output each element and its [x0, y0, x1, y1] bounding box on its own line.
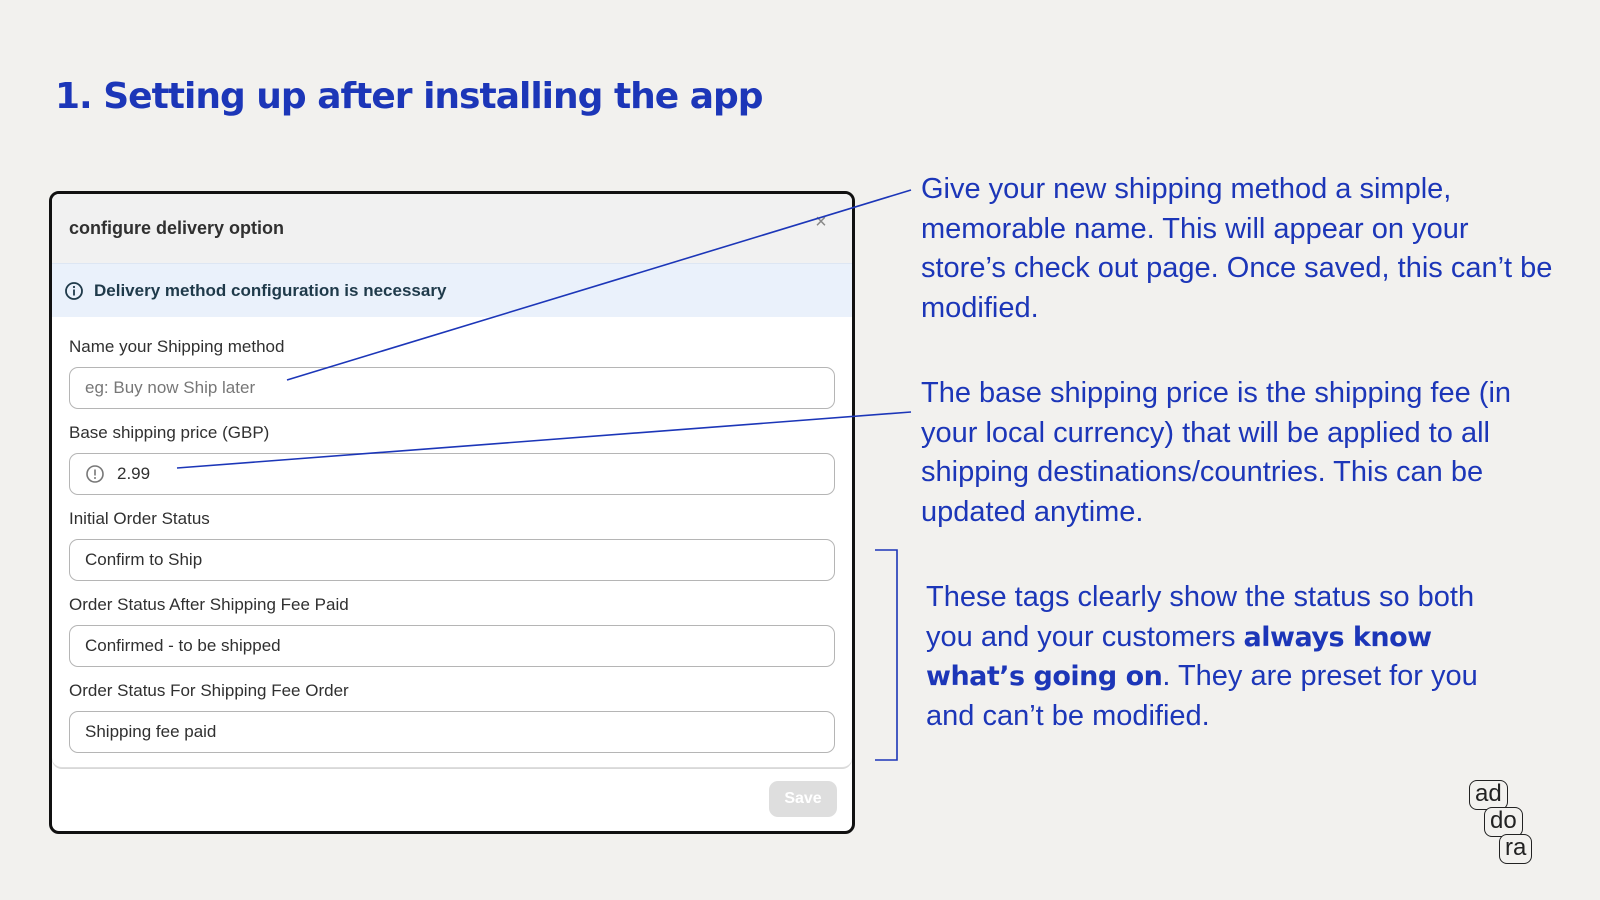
- brand-logo: ad do ra: [1469, 780, 1549, 870]
- modal-footer: Save: [52, 715, 852, 831]
- initial-status-field: Confirm to Ship: [69, 539, 835, 581]
- logo-chip-ad: ad: [1469, 780, 1508, 810]
- modal-title: configure delivery option: [69, 218, 285, 238]
- shipping-method-name-field[interactable]: [69, 367, 835, 409]
- shipping-method-name-label: Name your Shipping method: [69, 337, 285, 356]
- banner-text: Delivery method configuration is necessa…: [94, 280, 447, 300]
- modal-header: configure delivery option ×: [52, 194, 852, 263]
- shipping-method-name-input[interactable]: [85, 378, 819, 398]
- after-fee-paid-status-value: Confirmed - to be shipped: [85, 636, 281, 655]
- close-icon[interactable]: ×: [812, 212, 830, 232]
- save-button[interactable]: Save: [769, 781, 837, 817]
- initial-status-label: Initial Order Status: [69, 509, 210, 528]
- name-annotation: Give your new shipping method a simple, …: [921, 173, 1553, 324]
- tags-annotation: These tags clearly show the status so bo…: [926, 578, 1486, 736]
- base-price-field[interactable]: 2.99: [69, 453, 835, 495]
- base-price-value[interactable]: 2.99: [117, 464, 150, 484]
- page-title: 1. Setting up after installing the app: [55, 76, 764, 117]
- configure-delivery-modal: configure delivery option × Delivery met…: [49, 191, 855, 834]
- after-fee-paid-status-label: Order Status After Shipping Fee Paid: [69, 595, 349, 614]
- logo-chip-ra: ra: [1499, 834, 1533, 864]
- tags-bracket: [875, 549, 898, 761]
- currency-icon: [85, 464, 105, 484]
- initial-status-value: Confirm to Ship: [85, 550, 203, 569]
- logo-chip-do: do: [1484, 807, 1523, 837]
- fee-order-status-label: Order Status For Shipping Fee Order: [69, 681, 349, 700]
- delivery-form: Name your Shipping method Base shipping …: [52, 317, 852, 768]
- after-fee-paid-status-field: Confirmed - to be shipped: [69, 625, 835, 667]
- info-banner: Delivery method configuration is necessa…: [52, 263, 852, 317]
- base-price-label: Base shipping price (GBP): [69, 423, 270, 442]
- price-annotation: The base shipping price is the shipping …: [921, 377, 1512, 528]
- info-circle-icon: [64, 281, 84, 301]
